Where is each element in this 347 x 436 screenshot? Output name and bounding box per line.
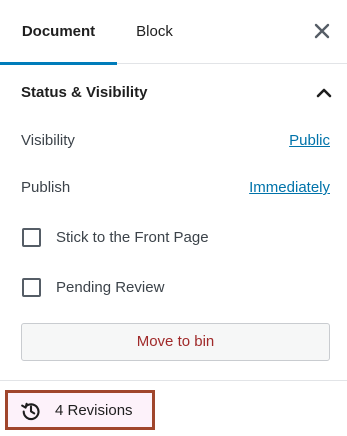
- tab-document[interactable]: Document: [0, 0, 117, 65]
- chevron-up-icon: [316, 88, 332, 98]
- status-visibility-toggle[interactable]: Status & Visibility: [0, 64, 347, 124]
- move-to-bin-button[interactable]: Move to bin: [21, 323, 330, 361]
- publish-row: Publish Immediately: [0, 173, 347, 203]
- publish-value-link[interactable]: Immediately: [249, 179, 330, 196]
- settings-sidebar: Document Block Status & Visibility Visib…: [0, 0, 347, 436]
- stick-to-front-checkbox[interactable]: [22, 228, 41, 247]
- revisions-label: 4 Revisions: [55, 402, 133, 419]
- close-icon: [314, 23, 330, 39]
- close-sidebar-button[interactable]: [309, 18, 335, 44]
- stick-to-front-option[interactable]: Stick to the Front Page: [0, 224, 347, 254]
- visibility-label: Visibility: [21, 132, 75, 149]
- stick-to-front-label: Stick to the Front Page: [56, 229, 209, 246]
- revisions-button[interactable]: 4 Revisions: [5, 390, 155, 430]
- section-divider: [0, 380, 347, 381]
- publish-label: Publish: [21, 179, 71, 196]
- tab-block-label: Block: [136, 23, 173, 40]
- visibility-row: Visibility Public: [0, 126, 347, 156]
- tab-block[interactable]: Block: [117, 0, 192, 64]
- pending-review-option[interactable]: Pending Review: [0, 274, 347, 304]
- section-title: Status & Visibility: [21, 84, 148, 101]
- tab-document-label: Document: [21, 23, 96, 40]
- sidebar-tabs: Document Block: [0, 0, 347, 65]
- pending-review-checkbox[interactable]: [22, 278, 41, 297]
- visibility-value-link[interactable]: Public: [289, 132, 330, 149]
- pending-review-label: Pending Review: [56, 279, 165, 296]
- history-icon: [21, 402, 40, 421]
